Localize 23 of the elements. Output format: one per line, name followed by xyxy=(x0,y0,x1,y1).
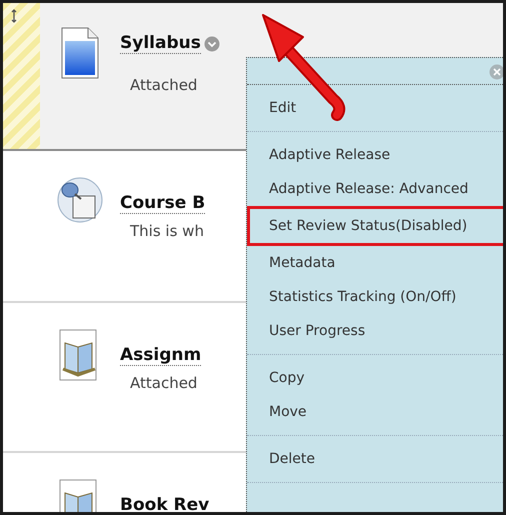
item-title[interactable]: Book Rev xyxy=(120,495,210,512)
item-description: This is wh xyxy=(129,222,205,240)
menu-chevron-icon[interactable] xyxy=(204,36,220,52)
menu-item[interactable]: Statistics Tracking (On/Off) xyxy=(247,280,503,314)
item-description: Attached xyxy=(129,76,198,94)
menu-item[interactable]: Copy xyxy=(247,361,503,395)
menu-item[interactable]: Delete xyxy=(247,442,503,476)
menu-item[interactable]: Edit xyxy=(247,91,503,125)
link-icon xyxy=(57,177,103,223)
menu-item[interactable]: Adaptive Release: Advanced xyxy=(247,172,503,206)
close-icon[interactable] xyxy=(489,64,503,80)
menu-item[interactable]: Move xyxy=(247,395,503,429)
document-icon xyxy=(61,27,99,79)
menu-item[interactable]: Metadata xyxy=(247,246,503,280)
drag-handle-icon[interactable] xyxy=(11,9,17,23)
menu-item[interactable]: Set Review Status(Disabled) xyxy=(250,209,486,243)
item-description: Attached xyxy=(129,374,198,392)
menu-item[interactable]: Adaptive Release xyxy=(247,138,503,172)
drag-handle-strip[interactable] xyxy=(3,3,40,149)
item-title[interactable]: Assignm xyxy=(120,345,202,366)
item-title[interactable]: Syllabus xyxy=(120,33,201,54)
menu-item[interactable]: User Progress xyxy=(247,314,503,348)
item-title[interactable]: Course B xyxy=(120,193,206,214)
